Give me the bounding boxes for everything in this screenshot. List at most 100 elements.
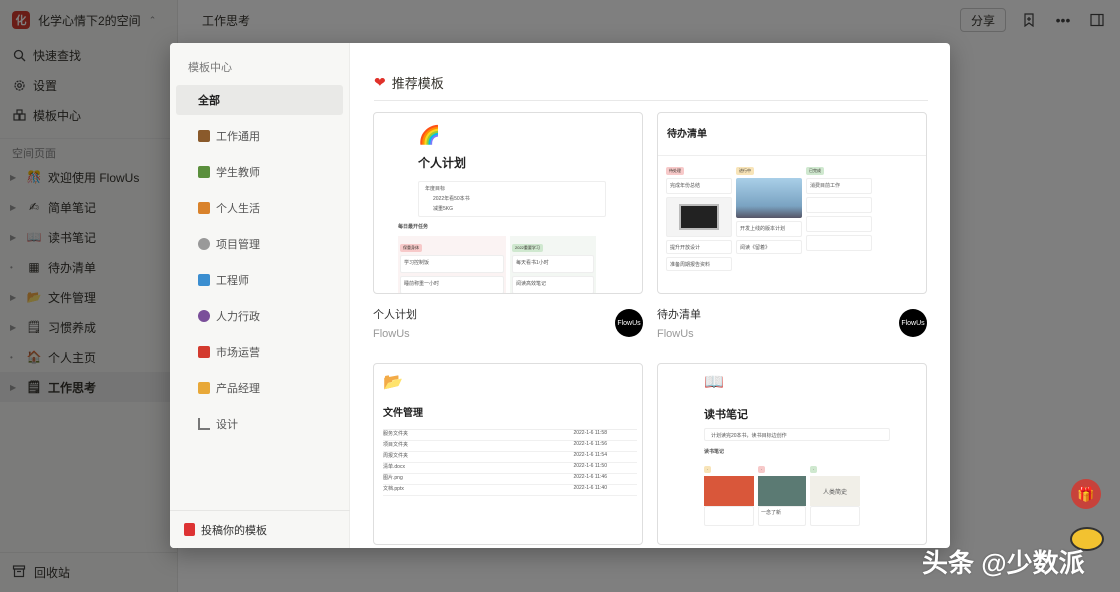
monitor-image xyxy=(666,197,732,237)
category-label: 工作通用 xyxy=(216,131,260,143)
category-label: 设计 xyxy=(216,419,238,431)
ruler-icon xyxy=(198,418,210,430)
rainbow-icon: 🌈 xyxy=(418,125,441,145)
template-card[interactable]: 待办清单 待处理 完成年份总结 提升开放设计 准备周期报告资料 进行中 开发上线… xyxy=(657,112,927,294)
goal-bullet: 2022年看50本书 xyxy=(433,196,470,202)
board-item: 阅读高效笔记 xyxy=(512,276,594,293)
gift-icon[interactable]: 🎁 xyxy=(1071,479,1101,509)
watermark-text: 头条 @少数派 xyxy=(922,548,1085,578)
heart-icon: ❤ xyxy=(374,74,386,90)
todo-board: 待处理 完成年份总结 提升开放设计 准备周期报告资料 进行中 开发上线的版本计划… xyxy=(666,161,872,271)
template-card[interactable]: 📖 读书笔记 计划读完20本书，读书目标边创作 读书笔记 · · 一念了新 · … xyxy=(657,363,927,545)
board-col: 保重身体 学习控制饭 睡前称重一小时 xyxy=(398,236,506,293)
preview-title: 待办清单 xyxy=(667,129,707,140)
daily-label: 每日最开任务 xyxy=(398,224,429,230)
book-gallery: · · 一念了新 · 人类简史 xyxy=(704,460,860,526)
template-card[interactable]: 🌈 个人计划 年度目标 2022年看50本书 减重5KG 每日最开任务 保重身体… xyxy=(373,112,643,294)
card-meta: 个人计划 FlowUs FlowUs xyxy=(373,306,643,344)
card-meta: 待办清单 FlowUs FlowUs xyxy=(657,306,927,344)
category-label: 个人生活 xyxy=(216,203,260,215)
todo-item: 阅读《留着》 xyxy=(736,240,802,254)
card-author: FlowUs xyxy=(373,328,410,340)
todo-item-placeholder xyxy=(806,235,872,251)
submit-template-button[interactable]: 投稿你的模板 xyxy=(170,510,350,548)
file-row: 服务文件夹 2022-1-6 11:58 xyxy=(383,430,637,441)
category-label: 市场运营 xyxy=(216,347,260,359)
category-all[interactable]: 全部 xyxy=(176,85,343,115)
category-label: 学生教师 xyxy=(216,167,260,179)
preview-title: 读书笔记 xyxy=(704,409,748,421)
template-card[interactable]: 📂 文件管理 服务文件夹 2022-1-6 11:58 项目文件夹 2022-1-6… xyxy=(373,363,643,545)
category-item[interactable]: 个人生活 xyxy=(176,193,343,223)
category-item[interactable]: 市场运营 xyxy=(176,337,343,367)
people-icon xyxy=(198,310,210,322)
book-icon: 📖 xyxy=(704,374,724,391)
template-center-modal: 模板中心 全部 工作通用 学生教师 个人生活 项目管理 工程师 人力行政 市场运… xyxy=(170,43,950,548)
preview-title: 文件管理 xyxy=(383,408,423,419)
category-label: 人力行政 xyxy=(216,311,260,323)
preview-title: 个人计划 xyxy=(418,156,467,170)
recommend-header: ❤ 推荐模板 xyxy=(374,73,928,101)
category-item[interactable]: 产品经理 xyxy=(176,373,343,403)
city-image xyxy=(736,178,802,218)
submit-label: 投稿你的模板 xyxy=(201,524,267,537)
todo-item: 完成年份总结 xyxy=(666,178,732,194)
daily-board: 保重身体 学习控制饭 睡前称重一小时 2022重要学习 每天看书1小时 阅读高效… xyxy=(398,236,608,293)
category-label: 产品经理 xyxy=(216,383,260,395)
reading-section: 读书笔记 xyxy=(704,449,725,455)
card-name: 待办清单 xyxy=(657,309,701,321)
book-cover: 人类简史 xyxy=(810,476,860,506)
flowus-avatar: FlowUs xyxy=(899,309,927,337)
todo-col: 已完成 消费目前工作 xyxy=(806,161,872,271)
col-tag: 已完成 xyxy=(806,167,824,175)
template-list: ❤ 推荐模板 🌈 个人计划 年度目标 2022年看50本书 减重5KG 每日最开… xyxy=(350,43,950,548)
todo-col: 进行中 开发上线的版本计划 阅读《留着》 xyxy=(736,161,802,271)
goal-box: 年度目标 2022年看50本书 减重5KG xyxy=(418,181,606,217)
card-preview: 🌈 个人计划 年度目标 2022年看50本书 减重5KG 每日最开任务 保重身体… xyxy=(398,125,608,293)
category-item[interactable]: 设计 xyxy=(176,409,343,439)
board-item: 睡前称重一小时 xyxy=(400,276,504,293)
todo-item: 消费目前工作 xyxy=(806,178,872,194)
category-item[interactable]: 工作通用 xyxy=(176,121,343,151)
col-tag: 待处理 xyxy=(666,167,684,175)
laptop-icon xyxy=(198,274,210,286)
col-tag: 进行中 xyxy=(736,167,754,175)
book-cover xyxy=(758,476,806,506)
template-categories: 模板中心 全部 工作通用 学生教师 个人生活 项目管理 工程师 人力行政 市场运… xyxy=(170,43,350,548)
chart-icon xyxy=(198,382,210,394)
col-tag: 保重身体 xyxy=(400,244,422,252)
file-table: 服务文件夹 2022-1-6 11:58 项目文件夹 2022-1-6 11:56 … xyxy=(383,424,637,496)
modal-title: 模板中心 xyxy=(188,62,232,74)
file-row: 文档.pptx 2022-1-6 11:40 xyxy=(383,485,637,496)
card-name: 个人计划 xyxy=(373,309,417,321)
file-row: 清单.docx 2022-1-6 11:50 xyxy=(383,463,637,474)
file-row: 图片.png 2022-1-6 11:46 xyxy=(383,474,637,485)
category-label: 项目管理 xyxy=(216,239,260,251)
goal-label: 年度目标 xyxy=(425,186,446,192)
book-item: · 一念了新 xyxy=(758,460,806,526)
todo-item-placeholder xyxy=(806,197,872,213)
card-author: FlowUs xyxy=(657,328,694,340)
todo-item: 准备周期报告资料 xyxy=(666,257,732,271)
flowus-avatar: FlowUs xyxy=(615,309,643,337)
category-label: 全部 xyxy=(198,95,220,107)
goal-bullet: 减重5KG xyxy=(433,206,454,212)
megaphone-icon xyxy=(198,346,210,358)
divider xyxy=(658,155,926,156)
todo-item: 开发上线的版本计划 xyxy=(736,221,802,237)
board-col: 2022重要学习 每天看书1小时 阅读高效笔记 xyxy=(510,236,596,293)
todo-item-placeholder xyxy=(806,216,872,232)
todo-item: 提升开放设计 xyxy=(666,240,732,254)
category-item[interactable]: 工程师 xyxy=(176,265,343,295)
folder-icon: 📂 xyxy=(383,374,403,391)
book-item: · 人类简史 xyxy=(810,460,860,526)
house-icon xyxy=(198,202,210,214)
gear-icon xyxy=(198,238,210,250)
file-row: 项目文件夹 2022-1-6 11:56 xyxy=(383,441,637,452)
category-item[interactable]: 项目管理 xyxy=(176,229,343,259)
category-item[interactable]: 学生教师 xyxy=(176,157,343,187)
todo-col: 待处理 完成年份总结 提升开放设计 准备周期报告资料 xyxy=(666,161,732,271)
category-item[interactable]: 人力行政 xyxy=(176,301,343,331)
book-cover xyxy=(704,476,754,506)
board-item: 每天看书1小时 xyxy=(512,255,594,273)
